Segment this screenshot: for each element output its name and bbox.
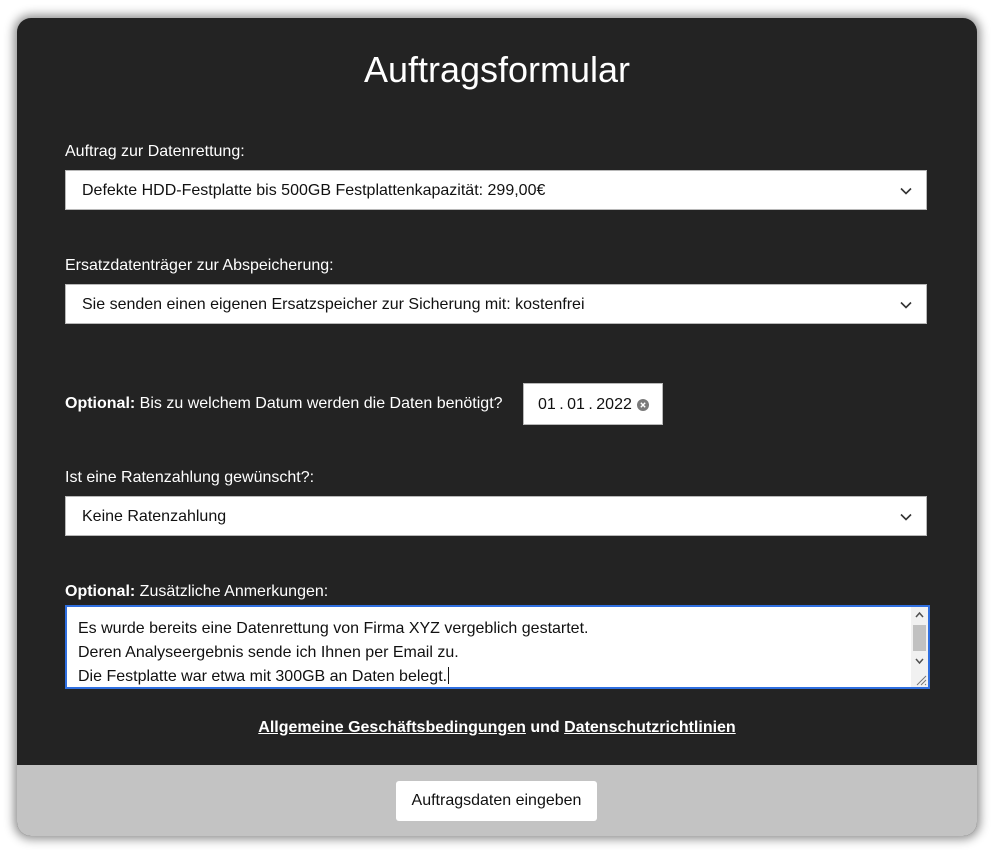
deadline-date-input[interactable]: 01 . 01 . 2022 — [523, 383, 663, 425]
replacement-storage-select[interactable]: Sie senden einen eigenen Ersatzspeicher … — [65, 284, 927, 324]
scroll-down-arrow-icon[interactable] — [914, 656, 925, 666]
notes-textarea[interactable]: Es wurde bereits eine Datenrettung von F… — [65, 605, 930, 689]
scroll-up-arrow-icon[interactable] — [914, 610, 925, 620]
installment-value: Keine Ratenzahlung — [82, 508, 227, 525]
recovery-order-select[interactable]: Defekte HDD-Festplatte bis 500GB Festpla… — [65, 170, 927, 210]
legal-conjunction: und — [530, 719, 560, 736]
chevron-down-icon — [900, 301, 912, 309]
notes-line-1: Es wurde bereits eine Datenrettung von F… — [78, 620, 589, 637]
form-title: Auftragsformular — [363, 49, 631, 90]
deadline-optional-prefix: Optional: — [65, 395, 136, 412]
order-form-card: Auftragsformular Auftrag zur Datenrettun… — [17, 18, 977, 836]
text-caret — [448, 667, 450, 684]
submit-order-button[interactable]: Auftragsdaten eingeben — [396, 781, 597, 821]
deadline-label-text: Bis zu welchem Datum werden die Daten be… — [139, 395, 503, 412]
notes-label-text: Zusätzliche Anmerkungen: — [139, 583, 329, 600]
replacement-storage-value: Sie senden einen eigenen Ersatzspeicher … — [82, 296, 585, 313]
notes-optional-prefix: Optional: — [65, 583, 136, 600]
notes-label: Optional: Zusätzliche Anmerkungen: — [65, 582, 328, 602]
notes-line-2: Deren Analyseergebnis sende ich Ihnen pe… — [78, 644, 459, 661]
recovery-order-value: Defekte HDD-Festplatte bis 500GB Festpla… — [82, 182, 546, 199]
legal-links: Allgemeine Geschäftsbedingungen und Date… — [17, 718, 977, 738]
recovery-order-label: Auftrag zur Datenrettung: — [65, 143, 245, 160]
terms-link[interactable]: Allgemeine Geschäftsbedingungen — [258, 719, 526, 736]
form-footer: Auftragsdaten eingeben — [17, 765, 977, 836]
notes-line-3-text: Die Festplatte war etwa mit 300GB an Dat… — [78, 668, 448, 685]
installment-select[interactable]: Keine Ratenzahlung — [65, 496, 927, 536]
chevron-down-icon — [900, 187, 912, 195]
deadline-row: Optional: Bis zu welchem Datum werden di… — [65, 383, 765, 425]
installment-label: Ist eine Ratenzahlung gewünscht?: — [65, 469, 315, 486]
deadline-label: Optional: Bis zu welchem Datum werden di… — [65, 394, 503, 414]
chevron-down-icon — [900, 513, 912, 521]
replacement-storage-label: Ersatzdatenträger zur Abspeicherung: — [65, 257, 334, 274]
scrollbar-thumb[interactable] — [913, 625, 926, 651]
resize-grip-icon[interactable] — [915, 674, 927, 686]
clear-circle-icon[interactable] — [637, 399, 649, 411]
deadline-date-value: 01 . 01 . 2022 — [538, 396, 632, 413]
privacy-link[interactable]: Datenschutzrichtlinien — [564, 719, 736, 736]
notes-line-3: Die Festplatte war etwa mit 300GB an Dat… — [78, 667, 450, 687]
